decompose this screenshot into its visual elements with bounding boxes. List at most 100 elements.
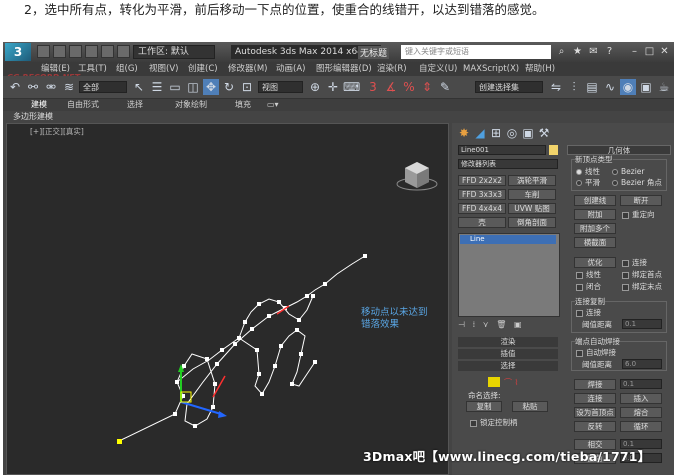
connect-copy-checkbox[interactable] xyxy=(576,310,583,317)
menu-group[interactable]: 组(G) xyxy=(116,63,138,75)
menu-animation[interactable]: 动画(A) xyxy=(276,63,305,75)
search-icon[interactable]: ⌕ xyxy=(555,45,568,58)
keyboard-shortcut-icon[interactable]: ⌨ xyxy=(343,79,360,95)
tab-freeform[interactable]: 自由形式 xyxy=(67,100,99,110)
ffd2-button[interactable]: FFD 2x2x2 xyxy=(458,175,506,186)
pivot-center-icon[interactable]: ⊕ xyxy=(307,79,323,95)
menu-edit[interactable]: 编辑(E) xyxy=(41,63,70,75)
shell-button[interactable]: 壳 xyxy=(458,217,506,228)
linear-checkbox[interactable] xyxy=(576,272,583,279)
angle-snap-icon[interactable]: ∡ xyxy=(383,79,399,95)
manipulate-icon[interactable]: ✛ xyxy=(325,79,341,95)
align-icon[interactable]: ⫶ xyxy=(566,79,582,95)
reverse-button[interactable]: 反转 xyxy=(574,421,616,432)
tab-populate[interactable]: 填充 xyxy=(235,100,251,110)
smooth-radio[interactable] xyxy=(576,180,582,186)
select-scale-icon[interactable]: ⊡ xyxy=(239,79,255,95)
reorient-checkbox[interactable] xyxy=(622,212,629,219)
weld-spinner[interactable]: 0.1 xyxy=(620,379,662,389)
utilities-tab-icon[interactable]: ⚒ xyxy=(536,125,552,141)
connect-checkbox[interactable] xyxy=(622,260,629,267)
menu-graph-editors[interactable]: 图形编辑器(D) xyxy=(316,63,372,75)
selection-filter-dropdown[interactable]: 全部 xyxy=(79,81,127,93)
material-editor-icon[interactable]: ◉ xyxy=(620,79,636,95)
spline-vertices[interactable] xyxy=(173,254,367,428)
communication-icon[interactable]: ✉ xyxy=(587,45,600,58)
menu-help[interactable]: 帮助(H) xyxy=(525,63,555,75)
menu-create[interactable]: 创建(C) xyxy=(188,63,218,75)
reference-coordinate-dropdown[interactable]: 视图 xyxy=(258,81,303,93)
menu-modifiers[interactable]: 修改器(M) xyxy=(228,63,267,75)
help-icon[interactable]: ? xyxy=(603,45,616,58)
stack-item-line[interactable]: Line xyxy=(460,235,556,244)
menu-rendering[interactable]: 渲染(R) xyxy=(377,63,407,75)
object-name-field[interactable]: Line001 xyxy=(458,145,546,155)
tab-selection[interactable]: 选择 xyxy=(127,100,143,110)
viewcube[interactable] xyxy=(396,162,438,191)
tab-modeling[interactable]: 建模 xyxy=(31,100,47,110)
rollout-render[interactable]: 渲染 xyxy=(458,337,558,347)
select-by-name-icon[interactable]: ☰ xyxy=(149,79,165,95)
attach-mult-button[interactable]: 附加多个 xyxy=(574,223,616,234)
rollout-selection[interactable]: 选择 xyxy=(458,361,558,371)
weld-button[interactable]: 焊接 xyxy=(574,379,616,390)
window-crossing-icon[interactable]: ◫ xyxy=(185,79,201,95)
motion-tab-icon[interactable]: ◎ xyxy=(504,125,520,141)
undo-toolbar-icon[interactable]: ↶ xyxy=(7,79,23,95)
undo-icon[interactable] xyxy=(85,45,98,58)
menu-tools[interactable]: 工具(T) xyxy=(78,63,107,75)
render-icon[interactable]: ☕ xyxy=(656,79,672,95)
bind-first-checkbox[interactable] xyxy=(622,272,629,279)
new-file-icon[interactable] xyxy=(37,45,50,58)
select-rotate-icon[interactable]: ↻ xyxy=(221,79,237,95)
maximize-icon[interactable]: □ xyxy=(643,45,656,58)
named-selection-set-dropdown[interactable]: 创建选择集 xyxy=(475,81,543,93)
auto-weld-checkbox[interactable] xyxy=(576,350,583,357)
render-setup-icon[interactable]: ▣ xyxy=(638,79,654,95)
lock-handles-checkbox[interactable] xyxy=(470,420,477,427)
edit-named-selection-icon[interactable]: ✎ xyxy=(437,79,453,95)
copy-button[interactable]: 复制 xyxy=(466,401,502,412)
minimize-icon[interactable]: – xyxy=(628,45,641,58)
subscription-icon[interactable]: ★ xyxy=(571,45,584,58)
app-logo[interactable]: 3 xyxy=(5,43,31,61)
closed-checkbox[interactable] xyxy=(576,284,583,291)
hierarchy-tab-icon[interactable]: ⊞ xyxy=(488,125,504,141)
open-file-icon[interactable] xyxy=(53,45,66,58)
menu-views[interactable]: 视图(V) xyxy=(149,63,178,75)
threshold2-spinner[interactable]: 6.0 xyxy=(622,359,662,369)
lathe-button[interactable]: 车削 xyxy=(508,189,556,200)
vertex-subobject-icon[interactable] xyxy=(488,377,500,387)
ffd4-button[interactable]: FFD 4x4x4 xyxy=(458,203,506,214)
search-input[interactable]: 键入关键字或短语 xyxy=(401,45,551,59)
menu-customize[interactable]: 自定义(U) xyxy=(419,63,457,75)
linear-radio[interactable] xyxy=(576,169,582,175)
display-tab-icon[interactable]: ▣ xyxy=(520,125,536,141)
save-file-icon[interactable] xyxy=(69,45,82,58)
uvw-map-button[interactable]: UVW 贴图 xyxy=(508,203,556,214)
bind-warp-icon[interactable]: ≋ xyxy=(61,79,77,95)
bind-last-checkbox[interactable] xyxy=(622,284,629,291)
select-move-icon[interactable]: ✥ xyxy=(203,79,219,95)
threshold-spinner[interactable]: 0.1 xyxy=(622,319,662,329)
bezier-corner-radio[interactable] xyxy=(612,180,618,186)
modifier-list-dropdown[interactable]: 修改器列表 xyxy=(458,159,558,169)
mirror-icon[interactable]: ⇋ xyxy=(548,79,564,95)
segment-subobject-icon[interactable]: ⌒ ⌇ xyxy=(504,377,518,388)
modify-tab-icon[interactable]: ◢ xyxy=(472,125,488,141)
rollout-geometry[interactable]: 几何体 xyxy=(567,145,671,155)
ribbon-subpanel[interactable]: 多边形建模 xyxy=(3,111,674,122)
curve-editor-icon[interactable]: ∿ xyxy=(602,79,618,95)
viewport-label[interactable]: [+][正交][真实] xyxy=(30,126,84,137)
connect-button[interactable]: 连接 xyxy=(574,393,616,404)
selection-region-icon[interactable]: ▭ xyxy=(167,79,183,95)
close-icon[interactable]: ✕ xyxy=(658,45,671,58)
rollout-interpolation[interactable]: 插值 xyxy=(458,349,558,359)
make-first-button[interactable]: 设为首顶点 xyxy=(574,407,616,418)
workspace-dropdown[interactable]: 工作区: 默认 xyxy=(133,45,215,59)
percent-snap-icon[interactable]: % xyxy=(401,79,417,95)
front-viewport[interactable]: 移动点以未达到 错落效果 xyxy=(6,123,449,475)
create-tab-icon[interactable]: ✸ xyxy=(456,125,472,141)
spinner-snap-icon[interactable]: ⇕ xyxy=(419,79,435,95)
fuse-button[interactable]: 熔合 xyxy=(620,407,662,418)
